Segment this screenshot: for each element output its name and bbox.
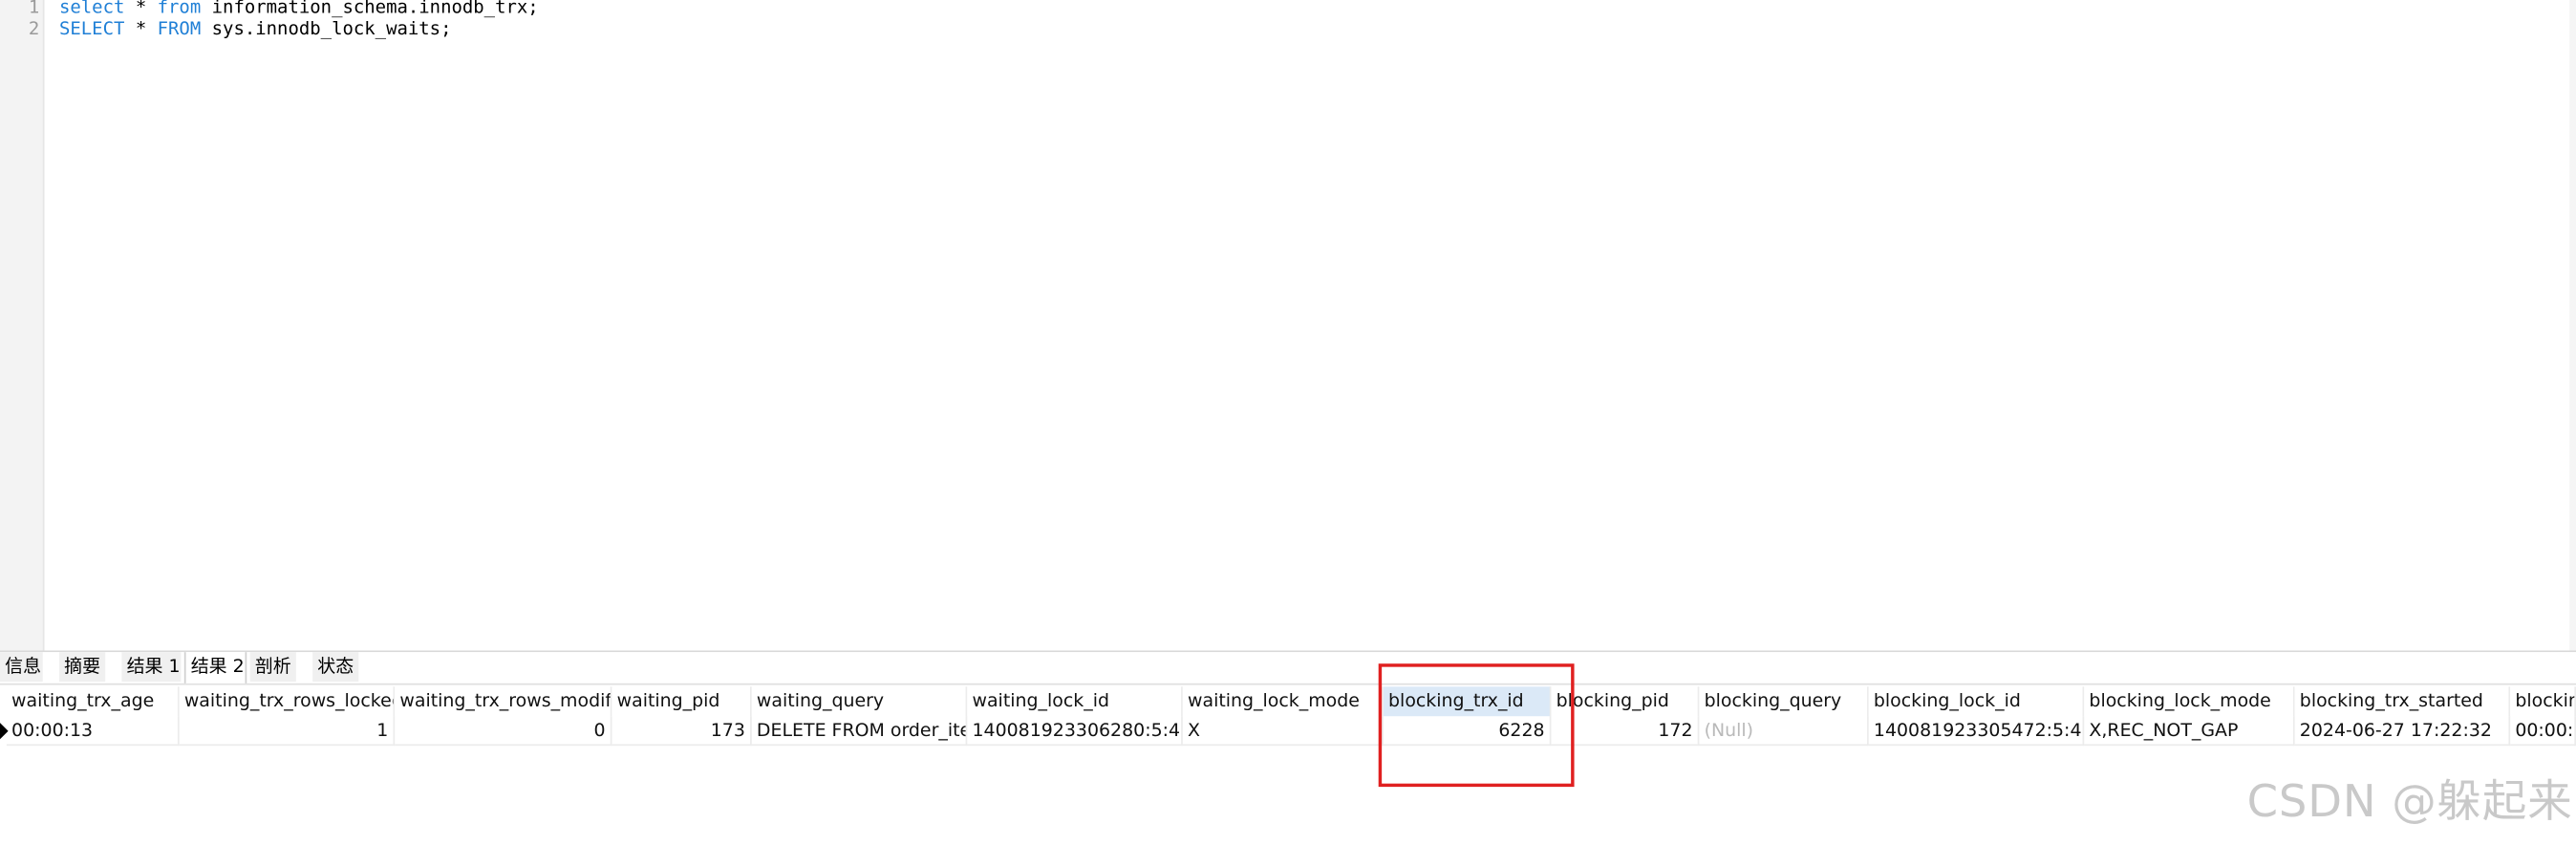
column-header[interactable]: blocking_lock_mode [2084, 686, 2295, 717]
tab-info[interactable]: 信息 [0, 652, 43, 683]
table-cell[interactable]: 173 [612, 716, 752, 747]
column-header[interactable]: waiting_trx_rows_modified [395, 686, 612, 717]
tab-profile[interactable]: 剖析 [249, 652, 296, 683]
column-header[interactable]: blocking_trx_age [2510, 686, 2576, 717]
tab-result-1[interactable]: 结果 1 [121, 652, 182, 683]
column-header[interactable]: waiting_pid [612, 686, 752, 717]
table-cell[interactable]: 2024-06-27 17:22:32 [2294, 716, 2511, 747]
table-cell[interactable]: 140081923305472:5:4:2:1 [1868, 716, 2085, 747]
navicat-query-window: 1 select * from information_schema.innod… [0, 0, 2576, 846]
table-cell[interactable]: 00:00:13 [2510, 716, 2576, 747]
sql-keyword: FROM [157, 17, 202, 40]
tab-result-2[interactable]: 结果 2 [183, 652, 247, 683]
sql-text: information_schema.innodb_trx; [201, 0, 539, 18]
table-cell[interactable]: 1 [179, 716, 396, 747]
sql-text: * [124, 17, 158, 40]
column-header[interactable]: blocking_lock_id [1868, 686, 2085, 717]
sql-text: * [124, 0, 158, 18]
column-header[interactable]: blocking_query [1699, 686, 1869, 717]
sql-keyword: select [58, 0, 125, 18]
result-grid: waiting_trx_age waiting_trx_rows_locked … [0, 686, 2576, 752]
sql-line-2[interactable]: SELECT * FROM sys.innodb_lock_waits; [59, 18, 452, 41]
sql-keyword: SELECT [58, 17, 125, 40]
line-number: 1 [28, 0, 40, 18]
column-header[interactable]: blocking_trx_started [2294, 686, 2511, 717]
table-cell[interactable]: X,REC_NOT_GAP [2084, 716, 2295, 747]
tab-status[interactable]: 状态 [312, 652, 359, 683]
sql-text: sys.innodb_lock_waits; [201, 17, 452, 40]
highlight-annotation-box [1378, 663, 1575, 788]
csdn-watermark: CSDN @躲起来 [2246, 776, 2573, 829]
tab-summary[interactable]: 摘要 [58, 652, 106, 683]
column-header[interactable]: waiting_query [751, 686, 968, 717]
table-cell-null[interactable]: (Null) [1699, 716, 1869, 747]
table-cell[interactable]: X [1182, 716, 1384, 747]
column-header[interactable]: waiting_lock_mode [1182, 686, 1384, 717]
table-cell[interactable]: DELETE FROM order_item [751, 716, 968, 747]
column-header[interactable]: waiting_trx_rows_locked [179, 686, 396, 717]
table-cell[interactable]: 140081923306280:5:4:2:1 [967, 716, 1183, 747]
result-tab-bar: 信息 摘要 结果 1 结果 2 剖析 状态 [0, 652, 2576, 685]
line-number-gutter [0, 0, 45, 651]
column-header[interactable]: waiting_trx_age [6, 686, 180, 717]
table-cell[interactable]: 00:00:13 [6, 716, 180, 747]
sql-keyword: from [157, 0, 202, 18]
line-number: 2 [28, 17, 40, 40]
column-header[interactable]: waiting_lock_id [967, 686, 1183, 717]
editor-scrollbar[interactable] [2569, 0, 2576, 651]
sql-line-1[interactable]: select * from information_schema.innodb_… [59, 0, 539, 20]
table-cell[interactable]: 0 [395, 716, 612, 747]
